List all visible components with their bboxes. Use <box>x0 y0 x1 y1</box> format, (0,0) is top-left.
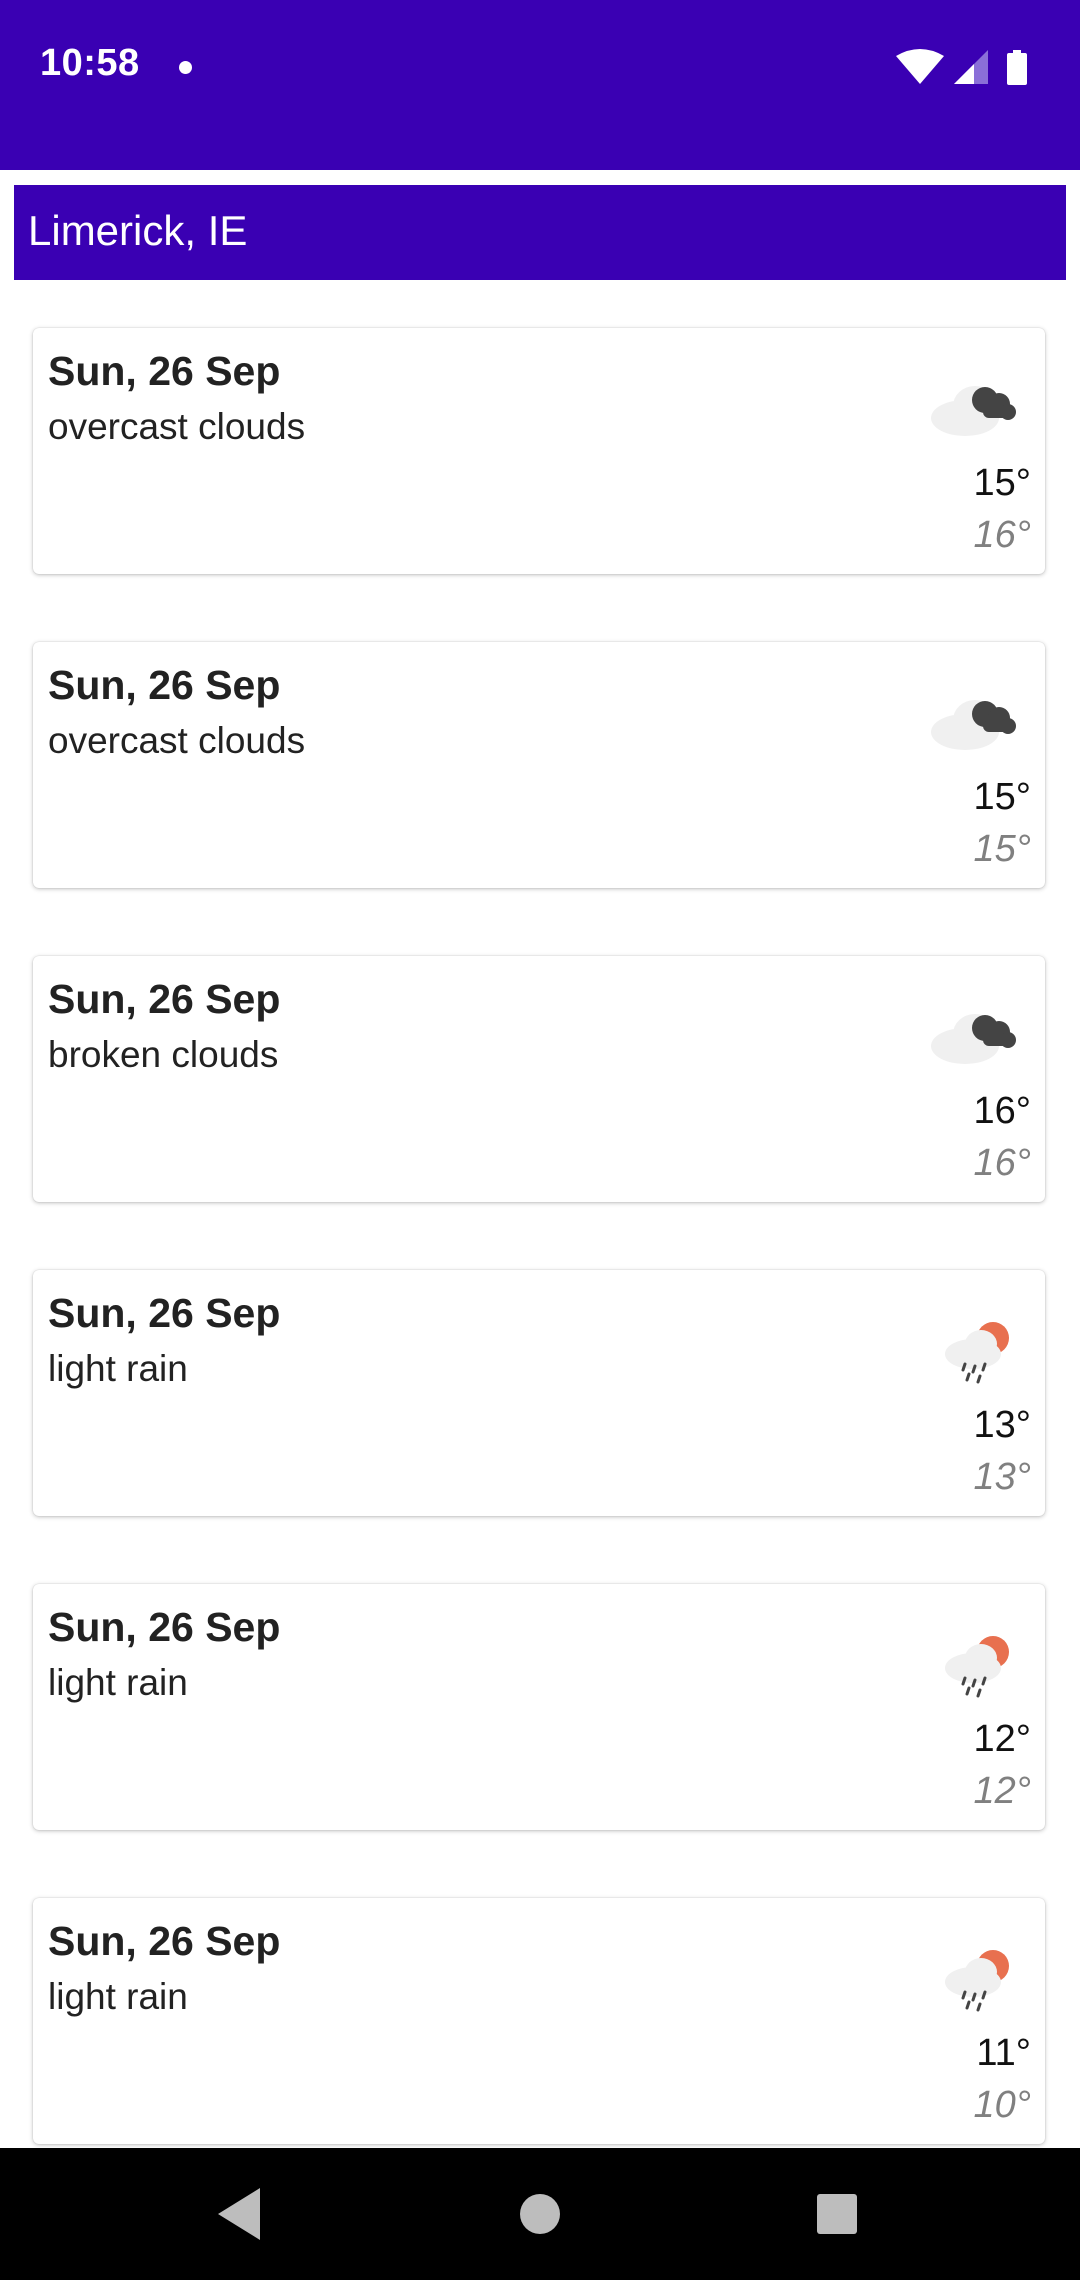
forecast-date: Sun, 26 Sep <box>48 1604 281 1650</box>
forecast-description: light rain <box>48 1976 188 2017</box>
forecast-description: light rain <box>48 1662 188 1703</box>
location-label: Limerick, IE <box>28 207 248 254</box>
forecast-feels-like: 13° <box>973 1456 1031 1498</box>
status-time: 10:58 <box>40 42 140 84</box>
status-bar: 10:58 <box>0 0 1080 170</box>
broken-clouds-icon <box>931 1014 1016 1064</box>
navigation-bar <box>0 2148 1080 2280</box>
forecast-temp: 12° <box>973 1718 1031 1760</box>
status-icons <box>896 49 1027 85</box>
forecast-description: light rain <box>48 1348 188 1389</box>
forecast-card[interactable]: Sun, 26 Sep overcast clouds 15° 16° <box>33 328 1045 574</box>
forecast-date: Sun, 26 Sep <box>48 348 281 394</box>
light-rain-icon <box>945 1322 1009 1384</box>
forecast-feels-like: 16° <box>973 1142 1031 1184</box>
forecast-date: Sun, 26 Sep <box>48 1918 281 1964</box>
light-rain-icon <box>945 1950 1009 2012</box>
forecast-date: Sun, 26 Sep <box>48 662 281 708</box>
forecast-card[interactable]: Sun, 26 Sep light rain 12° 12° <box>33 1584 1045 1830</box>
forecast-temp: 11° <box>976 2032 1031 2074</box>
forecast-feels-like: 10° <box>973 2084 1031 2126</box>
home-icon[interactable] <box>480 2148 600 2280</box>
forecast-card[interactable]: Sun, 26 Sep light rain 13° 13° <box>33 1270 1045 1516</box>
forecast-description: overcast clouds <box>48 720 306 761</box>
forecast-date: Sun, 26 Sep <box>48 1290 281 1336</box>
forecast-card[interactable]: Sun, 26 Sep light rain 11° 10° <box>33 1898 1045 2144</box>
signal-icon <box>954 50 988 84</box>
forecast-card[interactable]: Sun, 26 Sep broken clouds 16° 16° <box>33 956 1045 1202</box>
forecast-date: Sun, 26 Sep <box>48 976 281 1022</box>
overcast-clouds-icon <box>931 700 1016 750</box>
back-icon[interactable] <box>180 2148 300 2280</box>
wifi-icon <box>896 49 944 84</box>
forecast-temp: 16° <box>973 1090 1031 1132</box>
forecast-temp: 13° <box>973 1404 1031 1446</box>
forecast-feels-like: 12° <box>973 1770 1031 1812</box>
notification-dot-icon <box>179 61 192 74</box>
recents-icon[interactable] <box>777 2148 897 2280</box>
light-rain-icon <box>945 1636 1009 1698</box>
forecast-feels-like: 15° <box>973 828 1031 870</box>
forecast-description: overcast clouds <box>48 406 306 447</box>
forecast-feels-like: 16° <box>973 514 1031 556</box>
forecast-description: broken clouds <box>48 1034 279 1075</box>
overcast-clouds-icon <box>931 386 1016 436</box>
forecast-card[interactable]: Sun, 26 Sep overcast clouds 15° 15° <box>33 642 1045 888</box>
forecast-temp: 15° <box>973 776 1031 818</box>
location-header: Limerick, IE <box>14 185 1066 280</box>
battery-icon <box>1007 50 1027 85</box>
forecast-temp: 15° <box>973 462 1031 504</box>
